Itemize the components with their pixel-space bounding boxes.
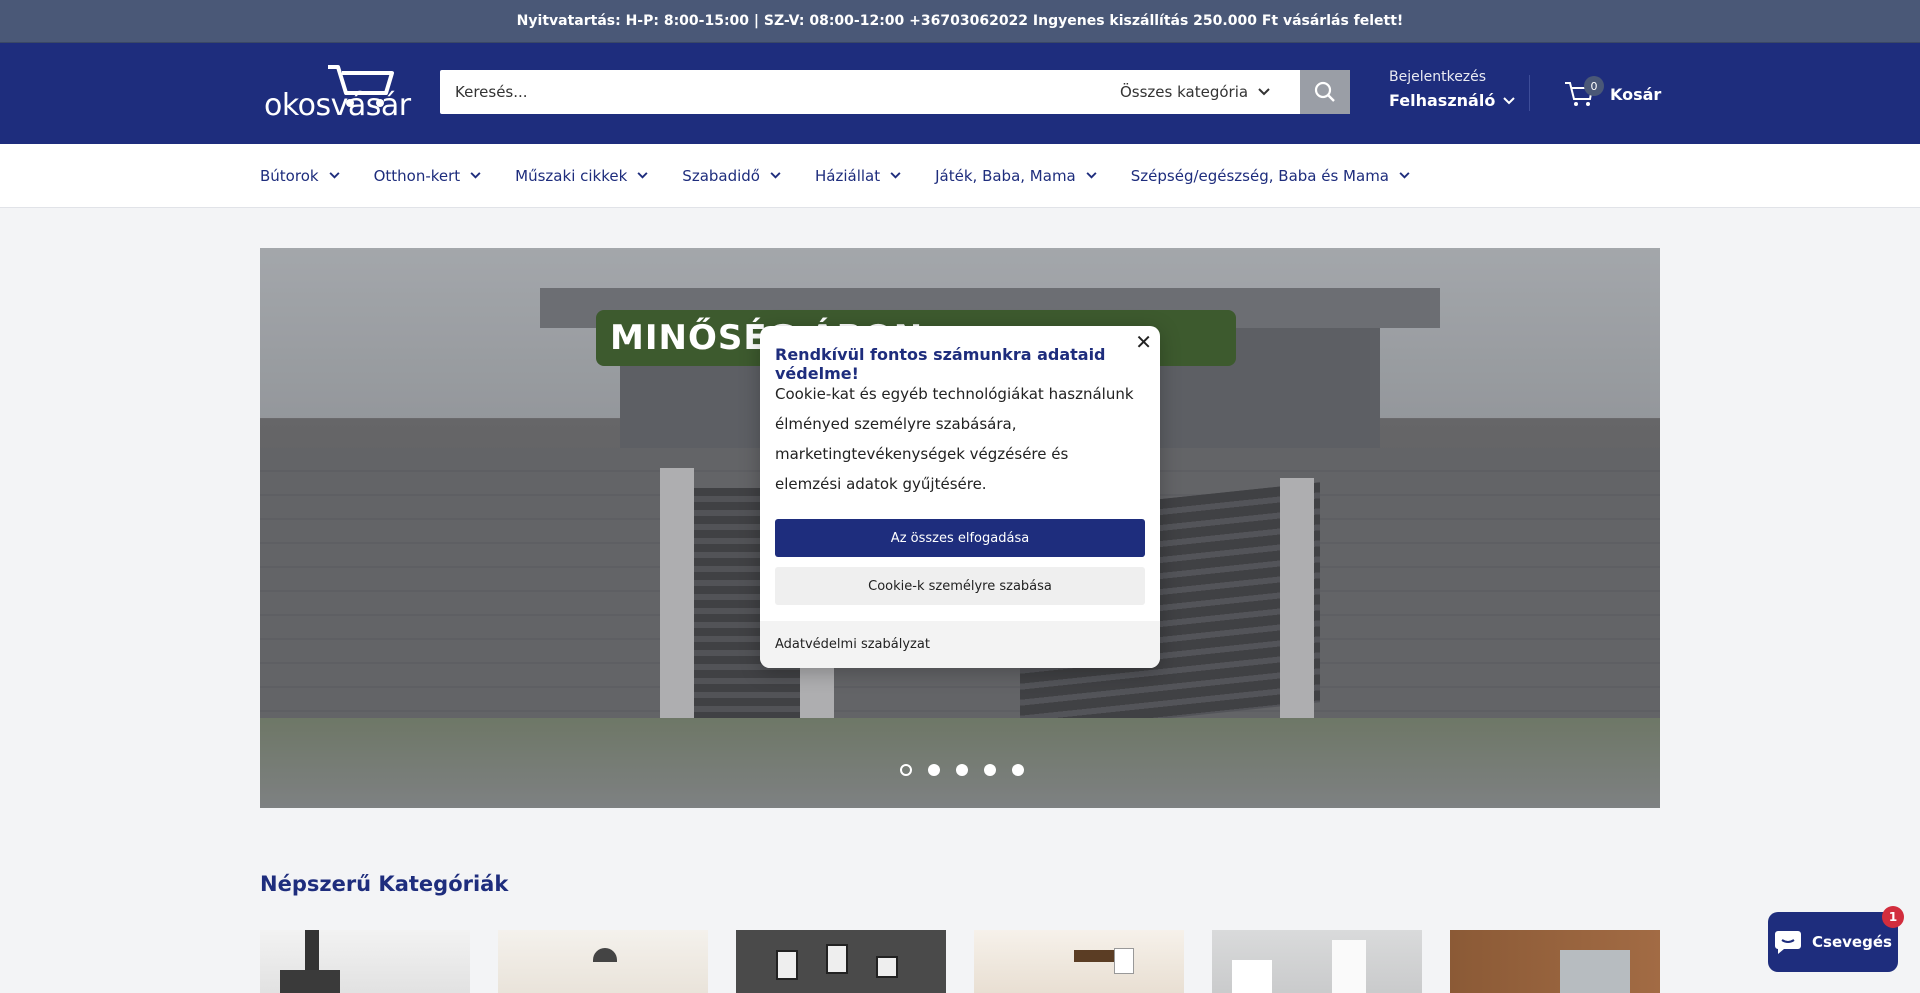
chevron-down-icon: [1503, 96, 1516, 104]
nav-label: Műszaki cikkek: [515, 166, 628, 185]
nav-item-haziallat[interactable]: Háziállat: [815, 167, 901, 185]
nav-label: Otthon-kert: [373, 166, 461, 185]
chevron-down-icon: [1086, 172, 1097, 179]
category-select-label: Összes kategória: [1120, 83, 1249, 101]
logo-text: okosvásár: [264, 88, 411, 123]
privacy-policy-link[interactable]: Adatvédelmi szabályzat: [775, 637, 930, 652]
login-label: Bejelentkezés: [1389, 69, 1487, 85]
popular-categories-title: Népszerű Kategóriák: [260, 872, 509, 896]
nav-item-jatek-baba-mama[interactable]: Játék, Baba, Mama: [935, 167, 1097, 185]
cookie-dialog-footer: Adatvédelmi szabályzat: [760, 621, 1160, 668]
chat-bubble-icon: [1775, 931, 1802, 954]
chat-notification-badge: 1: [1882, 906, 1904, 928]
chevron-down-icon: [770, 172, 781, 179]
nav-label: Háziállat: [815, 166, 881, 185]
chevron-down-icon: [890, 172, 901, 179]
chat-label: Csevegés: [1812, 933, 1892, 951]
slide-dot[interactable]: [956, 764, 968, 776]
category-cards: [260, 930, 1660, 993]
nav-item-szabadido[interactable]: Szabadidő: [682, 167, 781, 185]
category-card[interactable]: [498, 930, 708, 993]
accept-all-button[interactable]: Az összes elfogadása: [775, 519, 1145, 557]
customize-cookies-button[interactable]: Cookie-k személyre szabása: [775, 567, 1145, 605]
cart-button[interactable]: 0 Kosár: [1564, 76, 1662, 107]
slide-dots: [900, 764, 1024, 776]
slide-dot[interactable]: [1012, 764, 1024, 776]
nav-item-otthon-kert[interactable]: Otthon-kert: [374, 167, 482, 185]
nav-item-butorok[interactable]: Bútorok: [260, 167, 340, 185]
chevron-down-icon: [1399, 172, 1410, 179]
search-icon: [1314, 81, 1335, 102]
slide-dot[interactable]: [984, 764, 996, 776]
user-label: Felhasználó: [1389, 91, 1516, 110]
search-bar: Összes kategória: [440, 70, 1350, 114]
search-button[interactable]: [1300, 70, 1350, 114]
slide-dot[interactable]: [900, 764, 912, 776]
user-name: Felhasználó: [1389, 91, 1496, 110]
category-card[interactable]: [974, 930, 1184, 993]
chevron-down-icon: [637, 172, 648, 179]
announcement-text: Nyitvatartás: H-P: 8:00-15:00 | SZ-V: 08…: [516, 13, 1404, 29]
nav-item-szepseg-egeszseg[interactable]: Szépség/egészség, Baba és Mama: [1131, 167, 1410, 185]
account-menu[interactable]: Bejelentkezés Felhasználó: [1389, 69, 1516, 110]
category-card[interactable]: [1212, 930, 1422, 993]
category-card[interactable]: [1450, 930, 1660, 993]
logo[interactable]: okosvásár: [264, 63, 411, 123]
cart-count-badge: 0: [1584, 76, 1604, 96]
announcement-bar: Nyitvatartás: H-P: 8:00-15:00 | SZ-V: 08…: [0, 0, 1920, 43]
nav-label: Bútorok: [260, 166, 319, 185]
cookie-dialog-body: Cookie-kat és egyéb technológiákat haszn…: [775, 385, 1134, 493]
slide-dot[interactable]: [928, 764, 940, 776]
category-card[interactable]: [736, 930, 946, 993]
nav-label: Szabadidő: [682, 166, 760, 185]
cookie-consent-dialog: ✕ Rendkívül fontos számunkra adataid véd…: [760, 326, 1160, 668]
category-card[interactable]: [260, 930, 470, 993]
chevron-down-icon: [470, 172, 481, 179]
chevron-down-icon: [329, 172, 340, 179]
main-navigation: Bútorok Otthon-kert Műszaki cikkek Szaba…: [0, 144, 1920, 208]
chat-button[interactable]: Csevegés 1: [1768, 906, 1904, 972]
nav-label: Játék, Baba, Mama: [935, 166, 1076, 185]
search-input[interactable]: [440, 70, 1110, 114]
chevron-down-icon: [1258, 88, 1270, 96]
site-header: okosvásár Összes kategória Bejelentkezés…: [0, 43, 1920, 144]
header-divider: [1529, 75, 1530, 111]
category-select[interactable]: Összes kategória: [1110, 70, 1300, 114]
cart-label: Kosár: [1610, 84, 1662, 104]
cookie-dialog-title: Rendkívül fontos számunkra adataid védel…: [775, 345, 1106, 383]
nav-item-muszaki-cikkek[interactable]: Műszaki cikkek: [515, 167, 648, 185]
nav-label: Szépség/egészség, Baba és Mama: [1130, 166, 1389, 185]
